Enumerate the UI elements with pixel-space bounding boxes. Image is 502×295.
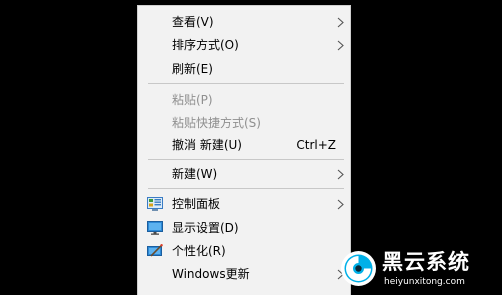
menu-item-personalization[interactable]: 个性化(R)	[138, 240, 350, 263]
menu-item-label: 控制面板	[172, 197, 221, 211]
menu-item-label: 显示设置(D)	[172, 221, 239, 235]
chevron-right-icon	[337, 17, 344, 28]
menu-item-sort-by[interactable]: 排序方式(O)	[138, 34, 350, 57]
menu-item-label: 粘贴快捷方式(S)	[172, 116, 261, 130]
display-settings-icon	[147, 221, 163, 235]
menu-item-refresh[interactable]: 刷新(E)	[138, 58, 350, 81]
menu-item-label: 刷新(E)	[172, 62, 213, 76]
watermark-url: heiyunxitong.com	[384, 277, 465, 287]
control-panel-icon	[147, 197, 163, 211]
watermark: 黑云系统 heiyunxitong.com	[338, 244, 502, 295]
menu-item-undo-new[interactable]: 撤消 新建(U) Ctrl+Z	[138, 134, 350, 157]
menu-item-view[interactable]: 查看(V)	[138, 11, 350, 34]
menu-item-label: 个性化(R)	[172, 244, 226, 258]
menu-item-label: 排序方式(O)	[172, 38, 239, 52]
watermark-name: 黑云系统	[382, 250, 470, 274]
menu-item-windows-update[interactable]: Windows更新	[138, 263, 350, 286]
menu-item-shortcut: Ctrl+Z	[296, 138, 336, 152]
chevron-right-icon	[337, 199, 344, 210]
menu-separator	[148, 159, 344, 160]
menu-item-label: 粘贴(P)	[172, 93, 213, 107]
menu-item-label: 撤消 新建(U)	[172, 138, 242, 152]
menu-item-label: Windows更新	[172, 267, 250, 281]
menu-item-paste: 粘贴(P)	[138, 89, 350, 112]
chevron-right-icon	[337, 40, 344, 51]
menu-item-label: 新建(W)	[172, 167, 218, 181]
menu-item-label: 查看(V)	[172, 15, 214, 29]
chevron-right-icon	[337, 169, 344, 180]
menu-separator	[148, 83, 344, 84]
menu-item-paste-shortcut: 粘贴快捷方式(S)	[138, 112, 350, 135]
menu-separator	[148, 188, 344, 189]
desktop-context-menu: 查看(V) 排序方式(O) 刷新(E) 粘贴(P) 粘贴快捷方式(S) 撤消 新…	[137, 5, 351, 295]
menu-item-control-panel[interactable]: 控制面板	[138, 193, 350, 216]
heiyun-logo-icon	[341, 251, 376, 286]
menu-item-display-settings[interactable]: 显示设置(D)	[138, 217, 350, 240]
personalization-icon	[147, 244, 163, 257]
menu-item-new[interactable]: 新建(W)	[138, 163, 350, 186]
